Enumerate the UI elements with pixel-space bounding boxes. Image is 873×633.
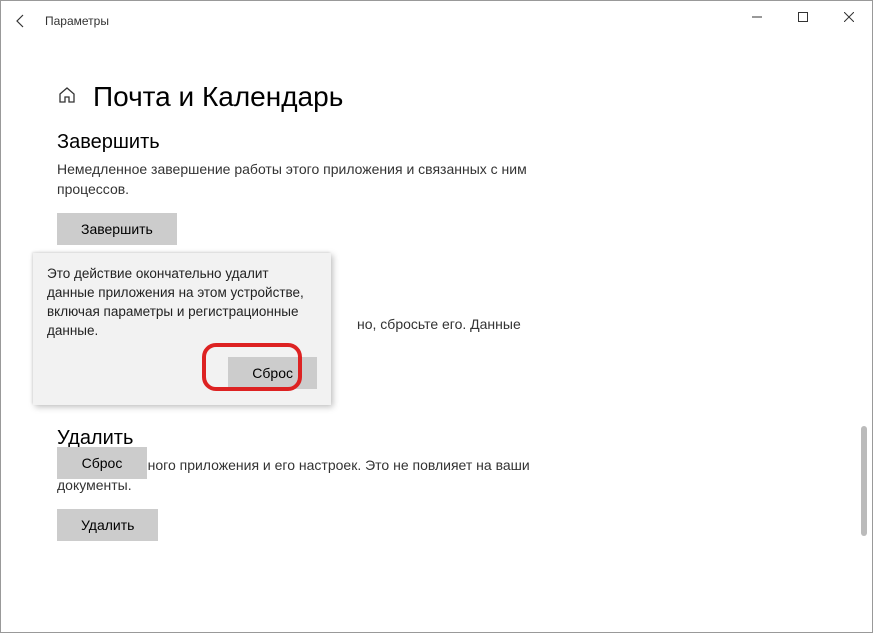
titlebar: Параметры [1,1,872,41]
flyout-text: Это действие окончательно удалит данные … [47,265,317,341]
terminate-button[interactable]: Завершить [57,213,177,245]
maximize-button[interactable] [780,1,826,33]
terminate-section: Завершить Немедленное завершение работы … [57,131,816,245]
minimize-icon [752,12,762,22]
terminate-desc: Немедленное завершение работы этого прил… [57,160,557,199]
scrollbar[interactable] [856,41,870,630]
minimize-button[interactable] [734,1,780,33]
window-controls [734,1,872,33]
page-title: Почта и Календарь [93,81,343,113]
confirm-flyout: Это действие окончательно удалит данные … [33,253,331,405]
window-title: Параметры [45,14,109,28]
remove-button[interactable]: Удалить [57,509,158,541]
back-button[interactable] [1,1,41,41]
arrow-left-icon [13,13,29,29]
home-icon[interactable] [57,85,77,110]
remove-title: Удалить [57,427,816,450]
close-button[interactable] [826,1,872,33]
page-header: Почта и Календарь [57,81,816,113]
remove-section: Удалить Удаление данного приложения и ег… [57,427,816,541]
maximize-icon [798,12,808,22]
flyout-confirm-button[interactable]: Сброс [228,357,317,389]
scrollbar-thumb[interactable] [861,426,867,536]
terminate-title: Завершить [57,131,816,154]
close-icon [844,12,854,22]
reset-desc-partial: но, сбросьте его. Данные [357,316,521,332]
reset-button[interactable]: Сброс [57,447,147,479]
